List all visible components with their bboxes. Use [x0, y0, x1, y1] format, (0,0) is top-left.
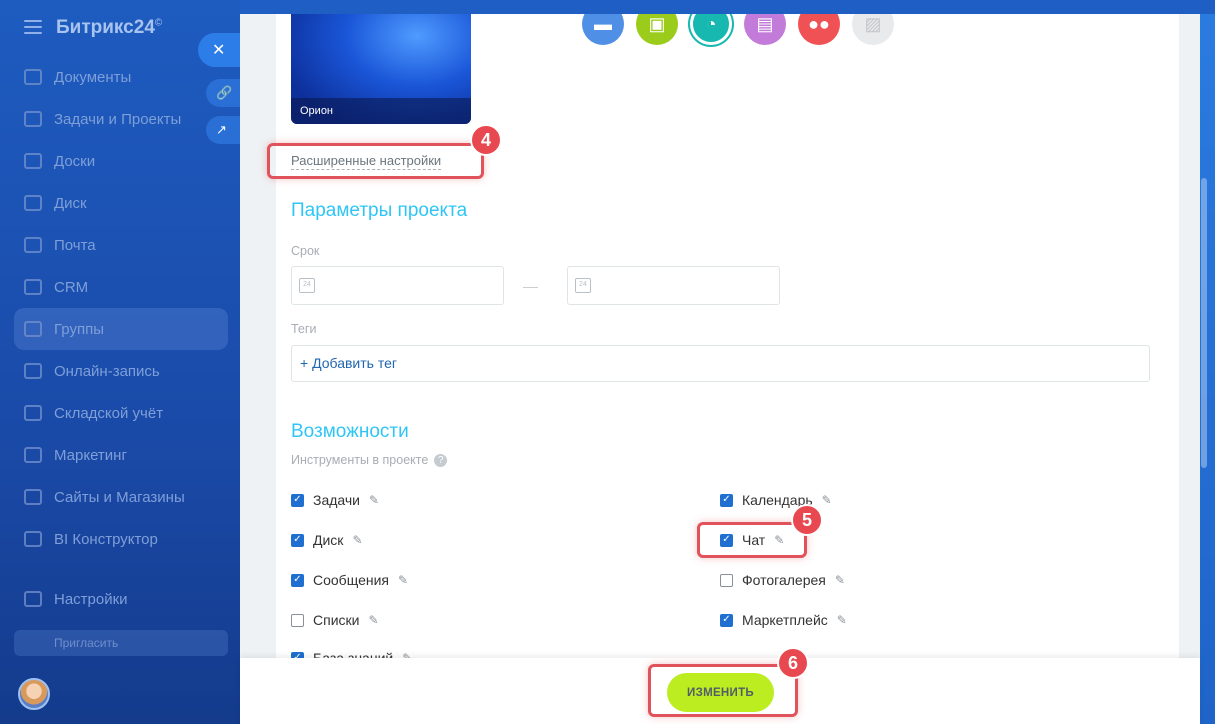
sidebar-item-documents[interactable]: Документы	[14, 56, 228, 98]
feature-tasks[interactable]: ✓ Задачи ✎	[291, 492, 379, 508]
features-title: Возможности	[291, 421, 409, 442]
people-avatar-icon[interactable]: ●●	[798, 14, 840, 45]
presentation-avatar-icon[interactable]: ▣	[636, 14, 678, 45]
tools-label: Инструменты в проекте?	[291, 453, 448, 468]
open-new-window-button[interactable]: ↗	[206, 116, 242, 144]
sidebar-item-marketing[interactable]: Маркетинг	[14, 434, 228, 476]
feature-lists[interactable]: Списки ✎	[291, 612, 379, 628]
mail-icon	[24, 237, 42, 253]
checkbox-checked[interactable]: ✓	[291, 533, 304, 547]
copy-link-button[interactable]: 🔗	[206, 79, 242, 107]
sidebar-item-booking[interactable]: Онлайн-запись	[14, 350, 228, 392]
feature-knowledge-base[interactable]: ✓ База знаний ✎	[291, 650, 412, 658]
calendar-icon: 24	[299, 278, 315, 293]
external-link-icon: ↗	[216, 122, 227, 137]
crm-icon	[24, 279, 42, 295]
checkbox-unchecked[interactable]	[720, 573, 733, 587]
app-logo[interactable]: Битрикс24©	[56, 17, 162, 39]
gear-icon	[24, 591, 42, 607]
sidebar-nav: Документы Задачи и Проекты Доски Диск По…	[14, 56, 228, 656]
pencil-icon[interactable]: ✎	[837, 613, 847, 627]
step-badge-6: 6	[777, 647, 809, 679]
sidebar-item-crm[interactable]: CRM	[14, 266, 228, 308]
pencil-icon[interactable]: ✎	[835, 573, 845, 587]
link-icon: 🔗	[216, 85, 233, 100]
sidebar-item-bi[interactable]: BI Конструктор	[14, 518, 228, 560]
calendar-icon: 24	[575, 278, 591, 293]
briefcase-avatar-icon[interactable]: ▤	[744, 14, 786, 45]
project-settings-card: Орион ▬ ▣ ◔ ▤ ●● ▨ Расширенные настройки…	[276, 14, 1165, 658]
groups-icon	[24, 321, 42, 337]
date-range-dash	[523, 287, 538, 288]
menu-icon[interactable]	[24, 20, 42, 34]
calendar-icon	[24, 363, 42, 379]
start-date-input[interactable]: 24	[291, 266, 504, 305]
checkbox-unchecked[interactable]	[291, 613, 304, 627]
card-right-edge	[1165, 14, 1179, 658]
page-scrollbar-thumb[interactable]	[1201, 178, 1207, 468]
pencil-icon[interactable]: ✎	[402, 651, 412, 658]
sidebar-item-disk[interactable]: Диск	[14, 182, 228, 224]
pencil-icon[interactable]: ✎	[398, 573, 408, 587]
pencil-icon[interactable]: ✎	[369, 493, 379, 507]
folder-avatar-icon[interactable]: ▬	[582, 14, 624, 45]
chart-icon	[24, 531, 42, 547]
step-badge-4: 4	[470, 124, 502, 156]
checkbox-checked[interactable]: ✓	[720, 613, 733, 627]
left-sidebar: Битрикс24© Документы Задачи и Проекты До…	[0, 0, 240, 724]
sidebar-item-settings[interactable]: Настройки	[14, 578, 228, 620]
pencil-icon[interactable]: ✎	[822, 493, 832, 507]
disk-icon	[24, 195, 42, 211]
warehouse-icon	[24, 405, 42, 421]
avatar[interactable]	[18, 678, 50, 710]
project-params-title: Параметры проекта	[291, 200, 468, 221]
checkbox-checked[interactable]: ✓	[291, 573, 304, 587]
boards-icon	[24, 153, 42, 169]
tags-label: Теги	[291, 322, 317, 336]
highlight-chat	[697, 522, 807, 558]
pie-chart-avatar-icon[interactable]: ◔	[690, 14, 732, 45]
sidebar-item-boards[interactable]: Доски	[14, 140, 228, 182]
term-label: Срок	[291, 244, 320, 258]
project-avatar-options: ▬ ▣ ◔ ▤ ●● ▨	[582, 14, 894, 45]
feature-marketplace[interactable]: ✓ Маркетплейс ✎	[720, 612, 847, 628]
highlight-save-button	[648, 664, 798, 717]
checkbox-checked[interactable]: ✓	[720, 493, 733, 507]
checkbox-checked[interactable]: ✓	[291, 493, 304, 507]
add-tag-link[interactable]: + Добавить тег	[300, 355, 397, 371]
feature-photo-gallery[interactable]: Фотогалерея ✎	[720, 572, 845, 588]
marketing-icon	[24, 447, 42, 463]
cart-icon	[24, 489, 42, 505]
sidebar-item-warehouse[interactable]: Складской учёт	[14, 392, 228, 434]
sidebar-item-mail[interactable]: Почта	[14, 224, 228, 266]
add-tag-field[interactable]: + Добавить тег	[291, 345, 1150, 382]
cover-label: Орион	[291, 98, 471, 124]
feature-messages[interactable]: ✓ Сообщения ✎	[291, 572, 408, 588]
sidebar-item-sites[interactable]: Сайты и Магазины	[14, 476, 228, 518]
close-icon: ✕	[212, 42, 226, 59]
document-icon	[24, 69, 42, 85]
end-date-input[interactable]: 24	[567, 266, 780, 305]
highlight-advanced-settings	[267, 143, 484, 179]
pencil-icon[interactable]: ✎	[352, 533, 362, 547]
feature-disk[interactable]: ✓ Диск ✎	[291, 532, 363, 548]
tasks-icon	[24, 111, 42, 127]
step-badge-5: 5	[791, 504, 823, 536]
image-upload-icon[interactable]: ▨	[852, 14, 894, 45]
pencil-icon[interactable]: ✎	[368, 613, 378, 627]
close-slider-button[interactable]: ✕	[198, 33, 242, 67]
sidebar-item-tasks[interactable]: Задачи и Проекты	[14, 98, 228, 140]
sidebar-divider	[14, 560, 228, 578]
sidebar-item-groups[interactable]: Группы	[14, 308, 228, 350]
invite-button[interactable]: Пригласить	[14, 630, 228, 656]
help-icon[interactable]: ?	[434, 454, 448, 468]
project-cover-image[interactable]: Орион	[291, 14, 471, 124]
